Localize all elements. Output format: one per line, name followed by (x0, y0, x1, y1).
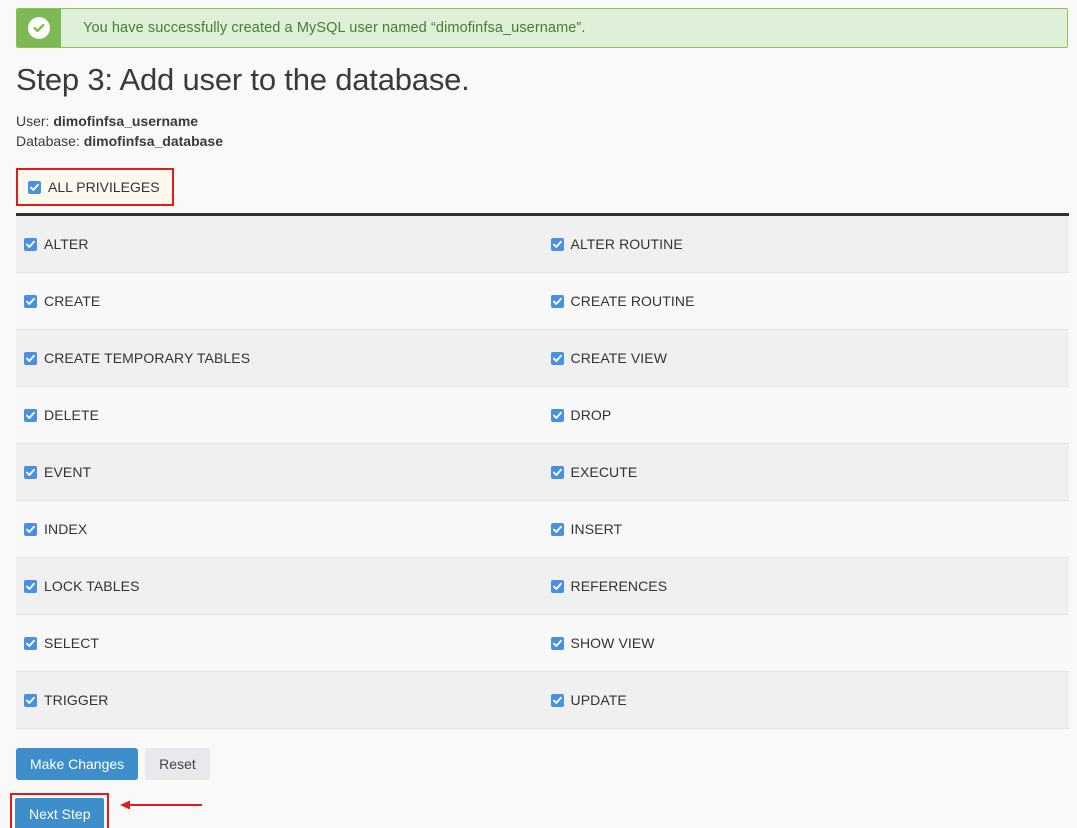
privilege-cell[interactable]: SHOW VIEW (543, 615, 1070, 671)
privilege-checkbox[interactable] (24, 522, 37, 536)
alert-message: You have successfully created a MySQL us… (83, 20, 586, 36)
privilege-checkbox[interactable] (550, 237, 564, 251)
privilege-cell[interactable]: INDEX (16, 501, 543, 557)
privilege-label: CREATE VIEW (570, 350, 668, 366)
privilege-label: EVENT (44, 464, 92, 480)
privilege-cell[interactable]: DROP (543, 387, 1070, 443)
privilege-checkbox[interactable] (24, 351, 37, 365)
table-row: CREATE CREATE ROUTINE (16, 273, 1069, 330)
privilege-label: ALTER (44, 236, 89, 252)
privilege-cell[interactable]: DELETE (16, 387, 543, 443)
check-circle-icon (28, 17, 50, 39)
privilege-checkbox[interactable] (550, 294, 564, 308)
privilege-checkbox[interactable] (550, 408, 564, 422)
alert-icon-container (17, 9, 61, 47)
privilege-cell[interactable]: UPDATE (543, 672, 1070, 728)
reset-button[interactable]: Reset (145, 748, 210, 780)
privilege-cell[interactable]: ALTER ROUTINE (543, 216, 1070, 272)
privilege-label: INDEX (44, 521, 88, 537)
table-row: ALTER ALTER ROUTINE (16, 216, 1069, 273)
privilege-label: ALTER ROUTINE (570, 236, 683, 252)
privilege-cell[interactable]: SELECT (16, 615, 543, 671)
success-alert: You have successfully created a MySQL us… (16, 8, 1068, 48)
meta-database-label: Database: (16, 133, 80, 149)
meta-database-line: Database: dimofinfsa_database (16, 131, 223, 151)
next-step-button[interactable]: Next Step (15, 798, 105, 828)
privilege-label: TRIGGER (44, 692, 109, 708)
privilege-label: SHOW VIEW (570, 635, 655, 651)
privilege-label: CREATE TEMPORARY TABLES (44, 350, 251, 366)
privilege-checkbox[interactable] (550, 693, 564, 707)
privilege-checkbox[interactable] (24, 408, 37, 422)
privilege-label: CREATE (44, 293, 101, 309)
all-privileges-checkbox[interactable] (28, 180, 41, 194)
privilege-cell[interactable]: TRIGGER (16, 672, 543, 728)
privilege-cell[interactable]: ALTER (16, 216, 543, 272)
page-title: Step 3: Add user to the database. (16, 62, 470, 97)
table-row: INDEX INSERT (16, 501, 1069, 558)
privilege-checkbox[interactable] (550, 636, 564, 650)
privilege-checkbox[interactable] (550, 522, 564, 536)
privilege-label: SELECT (44, 635, 100, 651)
make-changes-button[interactable]: Make Changes (16, 748, 139, 780)
privilege-checkbox[interactable] (24, 237, 37, 251)
privilege-cell[interactable]: EXECUTE (543, 444, 1070, 500)
privileges-page: You have successfully created a MySQL us… (0, 0, 1077, 828)
privilege-checkbox[interactable] (24, 693, 37, 707)
meta-user-line: User: dimofinfsa_username (16, 111, 223, 131)
privilege-label: UPDATE (570, 692, 627, 708)
privilege-label: INSERT (570, 521, 623, 537)
table-row: EVENT EXECUTE (16, 444, 1069, 501)
privilege-label: LOCK TABLES (44, 578, 140, 594)
privilege-label: DROP (570, 407, 612, 423)
privilege-checkbox[interactable] (24, 636, 37, 650)
privilege-cell[interactable]: CREATE ROUTINE (543, 273, 1070, 329)
privilege-cell[interactable]: CREATE TEMPORARY TABLES (16, 330, 543, 386)
all-privileges-highlight[interactable]: ALL PRIVILEGES (16, 168, 174, 206)
table-row: TRIGGER UPDATE (16, 672, 1069, 729)
meta-user-label: User: (16, 113, 50, 129)
privilege-cell[interactable]: INSERT (543, 501, 1070, 557)
privilege-checkbox[interactable] (24, 579, 37, 593)
all-privileges-label: ALL PRIVILEGES (48, 179, 160, 195)
privilege-cell[interactable]: LOCK TABLES (16, 558, 543, 614)
privilege-cell[interactable]: EVENT (16, 444, 543, 500)
account-meta: User: dimofinfsa_username Database: dimo… (16, 111, 223, 151)
action-button-row: Make Changes Reset (16, 748, 210, 780)
meta-database-value: dimofinfsa_database (83, 133, 223, 149)
privilege-cell[interactable]: CREATE (16, 273, 543, 329)
privilege-label: REFERENCES (570, 578, 668, 594)
privilege-label: EXECUTE (570, 464, 638, 480)
privilege-checkbox[interactable] (24, 465, 37, 479)
meta-user-value: dimofinfsa_username (53, 113, 199, 129)
privilege-checkbox[interactable] (550, 465, 564, 479)
left-arrow-annotation-icon (120, 800, 202, 810)
privilege-checkbox[interactable] (550, 351, 564, 365)
table-row: CREATE TEMPORARY TABLES CREATE VIEW (16, 330, 1069, 387)
privilege-label: DELETE (44, 407, 100, 423)
table-row: DELETE DROP (16, 387, 1069, 444)
privilege-checkbox[interactable] (550, 579, 564, 593)
privilege-label: CREATE ROUTINE (570, 293, 695, 309)
privileges-table: ALTER ALTER ROUTINE CREATE CREATE ROUTINE CR… (16, 213, 1069, 729)
privilege-cell[interactable]: CREATE VIEW (543, 330, 1070, 386)
next-step-highlight: Next Step (10, 793, 110, 828)
table-row: SELECT SHOW VIEW (16, 615, 1069, 672)
table-row: LOCK TABLES REFERENCES (16, 558, 1069, 615)
privilege-checkbox[interactable] (24, 294, 37, 308)
privilege-cell[interactable]: REFERENCES (543, 558, 1070, 614)
